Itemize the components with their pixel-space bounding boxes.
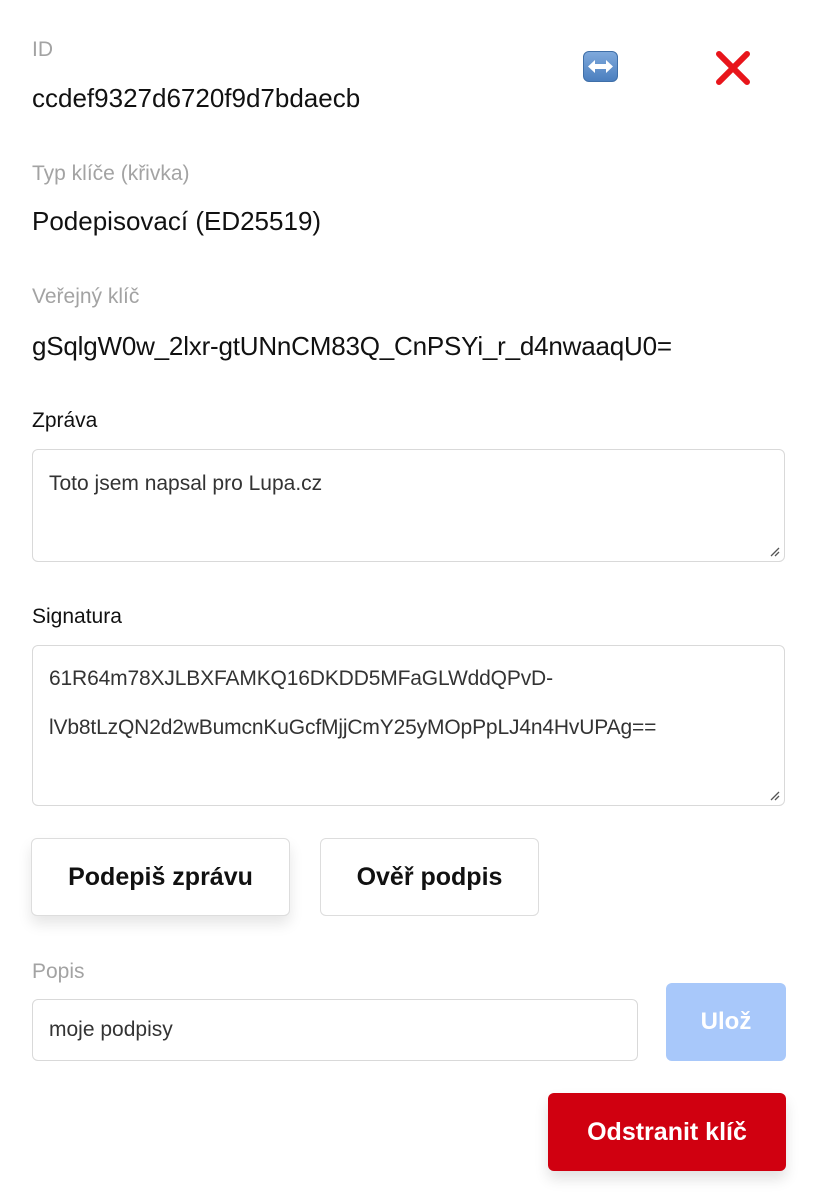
key-type-value: Podepisovací (ED25519) — [32, 206, 322, 236]
description-label: Popis — [32, 960, 85, 983]
sign-message-button[interactable]: Podepiš zprávu — [31, 838, 290, 916]
close-x-icon — [716, 51, 750, 85]
left-right-arrow-icon — [588, 60, 613, 73]
public-key-label: Veřejný klíč — [32, 285, 140, 308]
message-label: Zpráva — [32, 409, 98, 432]
key-detail-panel: ID ccdef9327d6720f9d7bdaecb Typ klíče (k… — [0, 0, 823, 1200]
resize-grip-icon[interactable] — [768, 545, 780, 557]
delete-key-button[interactable]: Odstranit klíč — [548, 1093, 786, 1171]
signature-line-1: 61R64m78XJLBXFAMKQ16DKDD5MFaGLWddQPvD- — [49, 667, 553, 690]
save-button[interactable]: Ulož — [666, 983, 786, 1061]
key-type-label: Typ klíče (křivka) — [32, 162, 190, 185]
id-label: ID — [32, 38, 53, 61]
close-button[interactable] — [712, 48, 754, 88]
message-textarea[interactable]: Toto jsem napsal pro Lupa.cz — [32, 449, 785, 562]
resize-grip-icon[interactable] — [768, 789, 780, 801]
verify-signature-button[interactable]: Ověř podpis — [320, 838, 539, 916]
signature-line-2: lVb8tLzQN2d2wBumcnKuGcfMjjCmY25yMOpPpLJ4… — [49, 716, 657, 739]
message-text: Toto jsem napsal pro Lupa.cz — [49, 472, 323, 495]
signature-textarea[interactable]: 61R64m78XJLBXFAMKQ16DKDD5MFaGLWddQPvD- l… — [32, 645, 785, 806]
id-value: ccdef9327d6720f9d7bdaecb — [32, 83, 361, 113]
description-input[interactable]: moje podpisy — [32, 999, 638, 1061]
public-key-value: gSqlgW0w_2lxr-gtUNnCM83Q_CnPSYi_r_d4nwaa… — [32, 331, 672, 361]
swap-button[interactable] — [583, 51, 618, 82]
signature-label: Signatura — [32, 605, 122, 628]
